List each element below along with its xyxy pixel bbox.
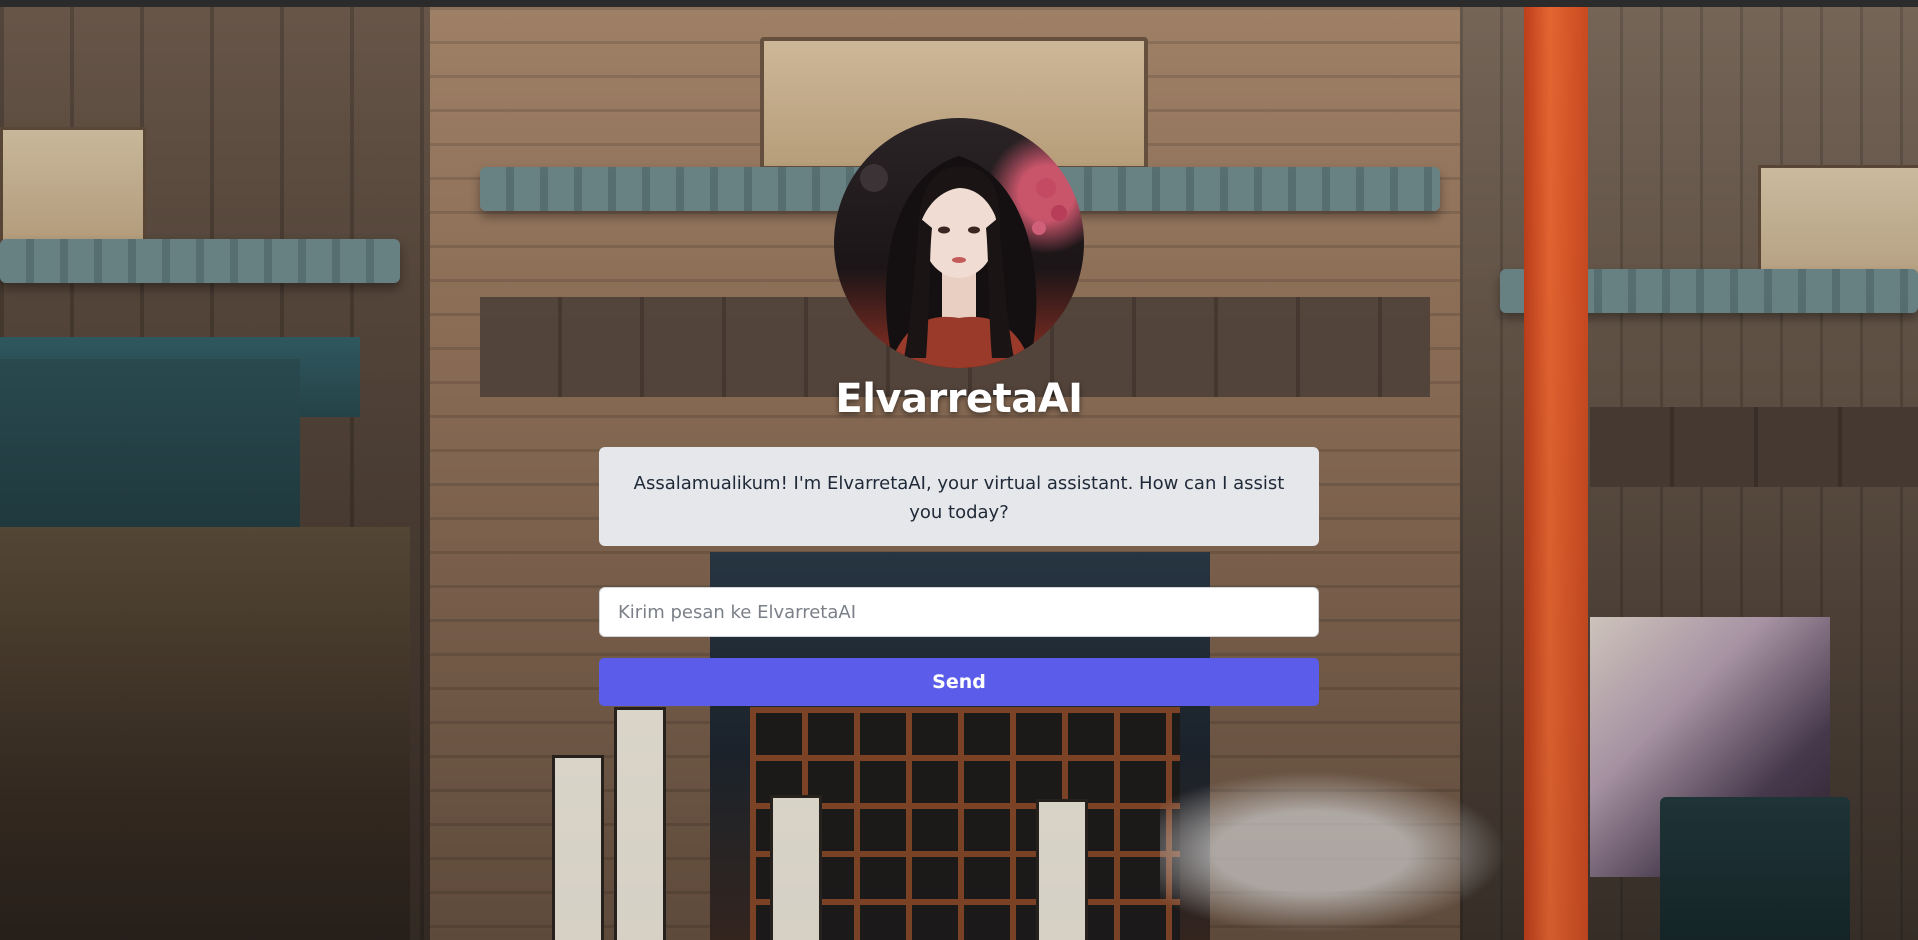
message-input[interactable] bbox=[599, 587, 1319, 637]
assistant-avatar-image bbox=[834, 118, 1084, 368]
avatar-portrait-icon bbox=[860, 156, 1067, 368]
send-button[interactable]: Send bbox=[599, 658, 1319, 706]
assistant-message-bubble: Assalamualikum! I'm ElvarretaAI, your vi… bbox=[599, 447, 1319, 546]
app-title: ElvarretaAI bbox=[835, 376, 1083, 422]
browser-top-bar bbox=[0, 0, 1918, 7]
